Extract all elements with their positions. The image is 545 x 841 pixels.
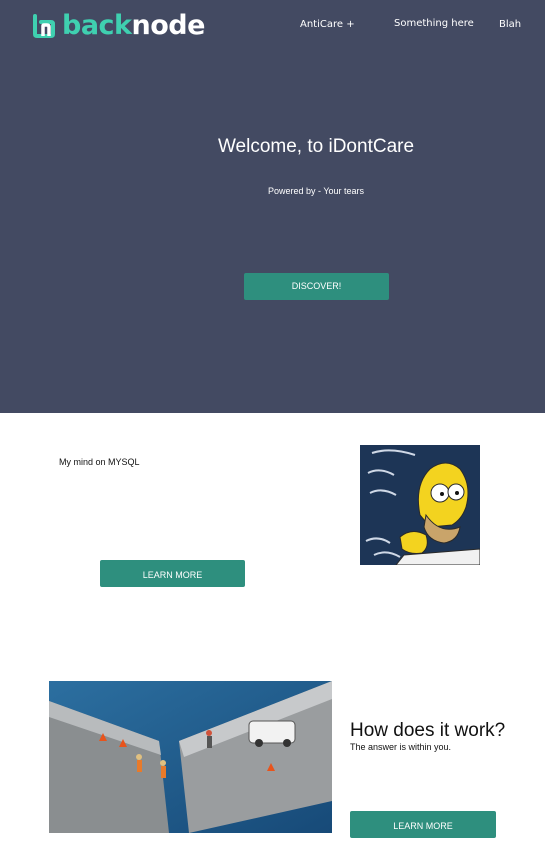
homer-thinking-image xyxy=(360,445,480,565)
discover-button[interactable]: DISCOVER! xyxy=(244,273,389,300)
hero-title: Welcome, to iDontCare xyxy=(217,136,415,157)
logo-icon xyxy=(33,14,55,38)
hero-section: backnode AntiCare + Something here Blah … xyxy=(0,0,545,413)
logo-text-node: node xyxy=(131,10,206,41)
section2-subtitle: The answer is within you. xyxy=(350,742,452,752)
nav-link-blah[interactable]: Blah xyxy=(499,19,521,30)
learn-more-button-1[interactable]: LEARN MORE xyxy=(100,560,245,587)
logo-text-back: back xyxy=(62,10,132,41)
nav-link-anticare[interactable]: AntiCare + xyxy=(300,19,355,30)
section1-text: My mind on MYSQL xyxy=(59,457,140,467)
section2-title: How does it work? xyxy=(350,720,506,741)
hero-subtitle: Powered by - Your tears xyxy=(267,186,365,196)
logo[interactable]: backnode xyxy=(32,12,205,40)
nav-link-something-here[interactable]: Something here xyxy=(394,18,474,29)
broken-bridge-image xyxy=(49,681,332,833)
learn-more-button-2[interactable]: LEARN MORE xyxy=(350,811,496,838)
